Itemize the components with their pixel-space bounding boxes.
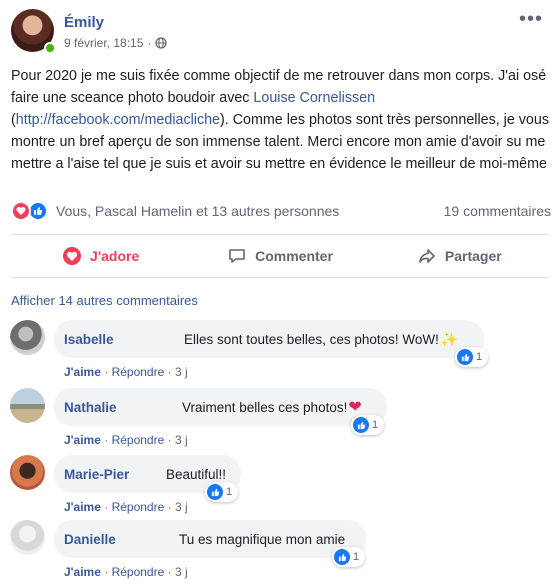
like-count: 1 — [353, 551, 360, 563]
comments-count[interactable]: 19 commentaires — [444, 203, 551, 219]
globe-icon[interactable] — [155, 37, 167, 49]
comment-button[interactable]: Commenter — [190, 238, 369, 274]
like-count: 1 — [476, 351, 483, 363]
comment-text: Vraiment belles ces photos! — [182, 399, 348, 415]
adore-label: J'adore — [90, 248, 140, 264]
comment-like-link[interactable]: J'aime — [64, 565, 101, 579]
online-status-dot — [44, 42, 56, 54]
post-meta: 9 février, 18:15 · — [64, 36, 167, 50]
adore-button[interactable]: J'adore — [11, 238, 190, 274]
comment-time[interactable]: 3 j — [175, 565, 188, 579]
comment-text: Elles sont toutes belles, ces photos! Wo… — [184, 331, 439, 347]
love-reaction-icon — [11, 201, 31, 221]
comment-like-badge[interactable]: 1 — [332, 547, 366, 567]
like-icon — [207, 484, 223, 500]
like-count: 1 — [226, 486, 233, 498]
divider-top — [11, 234, 549, 235]
commenter-name[interactable]: Marie-Pier — [64, 467, 166, 482]
comment-like-badge[interactable]: 1 — [205, 482, 239, 502]
comment-bubble: Nathalie Vraiment belles ces photos! ❤ — [54, 388, 387, 426]
like-count: 1 — [372, 419, 379, 431]
more-options-icon[interactable]: ••• — [519, 9, 543, 29]
comment-label: Commenter — [255, 248, 333, 264]
comment-text: Tu es magnifique mon amie — [179, 531, 346, 547]
comment-reply-link[interactable]: Répondre — [112, 433, 165, 447]
comment-reply-link[interactable]: Répondre — [112, 500, 165, 514]
external-link[interactable]: http://facebook.com/mediacliche — [16, 112, 220, 128]
post-header: Émily 9 février, 18:15 · ••• — [11, 9, 551, 55]
reactions-summary[interactable]: Vous, Pascal Hamelin et 13 autres person… — [56, 203, 339, 219]
meta-separator: · — [147, 36, 152, 50]
more-comments-link[interactable]: Afficher 14 autres commentaires — [11, 293, 198, 308]
comment-actions: J'aime · Répondre · 3 j — [64, 500, 188, 514]
commenter-name[interactable]: Isabelle — [64, 332, 184, 347]
like-icon — [334, 549, 350, 565]
share-button[interactable]: Partager — [370, 238, 549, 274]
commenter-name[interactable]: Danielle — [64, 532, 179, 547]
comment-time[interactable]: 3 j — [175, 433, 188, 447]
comment-actions: J'aime · Répondre · 3 j — [64, 365, 188, 379]
post-timestamp[interactable]: 9 février, 18:15 — [64, 36, 143, 50]
action-bar: J'adore Commenter Partager — [11, 238, 549, 274]
comment-reply-link[interactable]: Répondre — [112, 365, 165, 379]
like-icon — [457, 349, 473, 365]
commenter-avatar[interactable] — [10, 388, 45, 423]
share-label: Partager — [444, 248, 502, 264]
commenter-avatar[interactable] — [10, 520, 45, 555]
reaction-icons[interactable] — [11, 201, 51, 221]
comment-text: Beautiful!! — [166, 466, 227, 482]
comment-icon — [229, 249, 245, 263]
comment-like-link[interactable]: J'aime — [64, 500, 101, 514]
divider-bottom — [11, 277, 549, 278]
reactions-bar: Vous, Pascal Hamelin et 13 autres person… — [11, 200, 551, 222]
comment-bubble: Danielle Tu es magnifique mon amie — [54, 520, 366, 558]
author-name[interactable]: Émily — [64, 14, 104, 31]
like-icon — [353, 417, 369, 433]
heart-icon — [63, 247, 82, 265]
comment-actions: J'aime · Répondre · 3 j — [64, 565, 188, 579]
comment-like-badge[interactable]: 1 — [351, 415, 385, 435]
comment-like-link[interactable]: J'aime — [64, 365, 101, 379]
comment-actions: J'aime · Répondre · 3 j — [64, 433, 188, 447]
commenter-name[interactable]: Nathalie — [64, 400, 182, 415]
sparkles-icon: ✨ — [440, 330, 459, 347]
comment-like-badge[interactable]: 1 — [455, 347, 489, 367]
comment-reply-link[interactable]: Répondre — [112, 565, 165, 579]
like-reaction-icon — [28, 201, 48, 221]
heart-emoji-icon: ❤ — [348, 399, 362, 416]
comment-time[interactable]: 3 j — [175, 500, 188, 514]
post-text: Pour 2020 je me suis fixée comme objecti… — [11, 65, 551, 175]
comment-bubble: Isabelle Elles sont toutes belles, ces p… — [54, 320, 484, 358]
commenter-avatar[interactable] — [10, 455, 45, 490]
tagged-person-link[interactable]: Louise Cornelissen — [253, 90, 375, 106]
commenter-avatar[interactable] — [10, 320, 45, 355]
share-icon — [419, 249, 435, 263]
comment-time[interactable]: 3 j — [175, 365, 188, 379]
comment-like-link[interactable]: J'aime — [64, 433, 101, 447]
